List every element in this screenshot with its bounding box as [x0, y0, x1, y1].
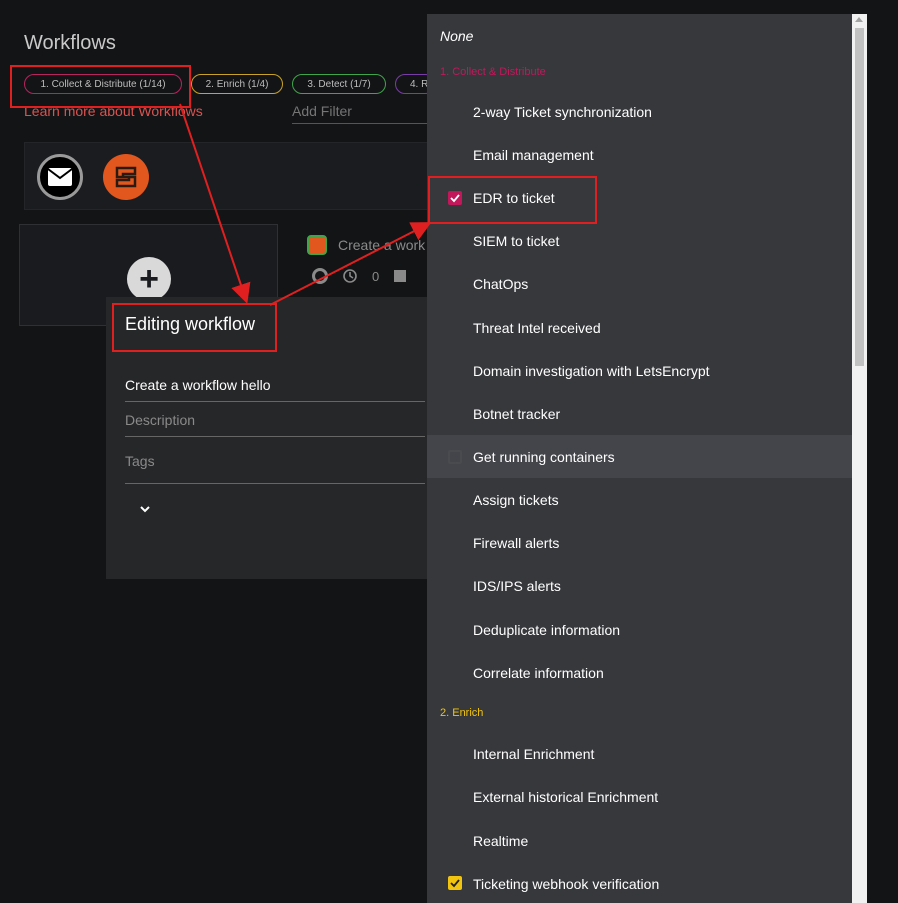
dropdown-option[interactable]: Botnet tracker [427, 392, 852, 435]
dropdown-option[interactable]: 2-way Ticket synchronization [427, 90, 852, 133]
dropdown-option[interactable]: Internal Enrichment [427, 732, 852, 775]
plus-icon[interactable]: + [127, 257, 171, 301]
tags-field[interactable]: Tags [125, 453, 425, 484]
checkbox-unchecked-icon[interactable] [448, 450, 462, 464]
usecase-dropdown: None 1. Collect & Distribute 2-way Ticke… [427, 14, 867, 903]
workflow-card-stats: 0 [312, 268, 407, 284]
chevron-down-icon[interactable] [138, 502, 152, 516]
dropdown-option[interactable]: Correlate information [427, 651, 852, 694]
dropdown-group-label: 2. Enrich [440, 707, 484, 719]
dropdown-option[interactable]: ChatOps [427, 262, 852, 305]
dropdown-option[interactable]: Firewall alerts [427, 521, 852, 564]
dropdown-option[interactable]: Assign tickets [427, 478, 852, 521]
history-icon [343, 269, 357, 283]
workflow-name-field[interactable]: Create a workflow hello [125, 377, 425, 402]
dropdown-option[interactable]: IDS/IPS alerts [427, 564, 852, 607]
chip-enrich[interactable]: 2. Enrich (1/4) [191, 74, 283, 94]
edit-workflow-modal: Editing workflow Create a workflow hello… [106, 297, 428, 579]
workflow-card-app-icon [307, 235, 327, 255]
dropdown-option[interactable]: Realtime [427, 819, 852, 862]
workflow-card-title[interactable]: Create a work [338, 237, 425, 253]
chip-detect[interactable]: 3. Detect (1/7) [292, 74, 386, 94]
status-ring-icon [312, 268, 328, 284]
email-app-icon[interactable] [37, 154, 83, 200]
dropdown-option-hovered[interactable]: Get running containers [427, 435, 852, 478]
dropdown-option-none[interactable]: None [440, 28, 473, 44]
dropdown-option[interactable]: Deduplicate information [427, 608, 852, 651]
run-count: 0 [372, 268, 380, 284]
dropdown-option[interactable]: Threat Intel received [427, 306, 852, 349]
dropdown-option[interactable]: Ticketing webhook verification [427, 862, 852, 903]
dropdown-option[interactable]: EDR to ticket [427, 176, 852, 219]
dropdown-group-label: 1. Collect & Distribute [440, 66, 546, 78]
learn-more-link[interactable]: Learn more about Workflows [24, 103, 203, 119]
dropdown-option[interactable]: External historical Enrichment [427, 775, 852, 818]
description-field[interactable]: Description [125, 412, 425, 437]
page-title: Workflows [24, 32, 116, 54]
modal-title: Editing workflow [125, 314, 256, 334]
shuffle-app-icon[interactable] [103, 154, 149, 200]
app-strip [24, 142, 434, 210]
scroll-up-arrow-icon[interactable] [855, 17, 863, 22]
checkbox-checked-icon[interactable] [448, 191, 462, 205]
chip-collect-distribute[interactable]: 1. Collect & Distribute (1/14) [24, 74, 182, 94]
scrollbar-thumb[interactable] [855, 28, 864, 366]
dropdown-option[interactable]: Domain investigation with LetsEncrypt [427, 349, 852, 392]
dropdown-scrollbar[interactable] [852, 14, 867, 903]
copy-icon[interactable] [393, 269, 407, 283]
dropdown-option[interactable]: Email management [427, 133, 852, 176]
add-filter-input[interactable] [292, 101, 432, 124]
checkbox-checked-icon[interactable] [448, 876, 462, 890]
dropdown-option[interactable]: SIEM to ticket [427, 219, 852, 262]
